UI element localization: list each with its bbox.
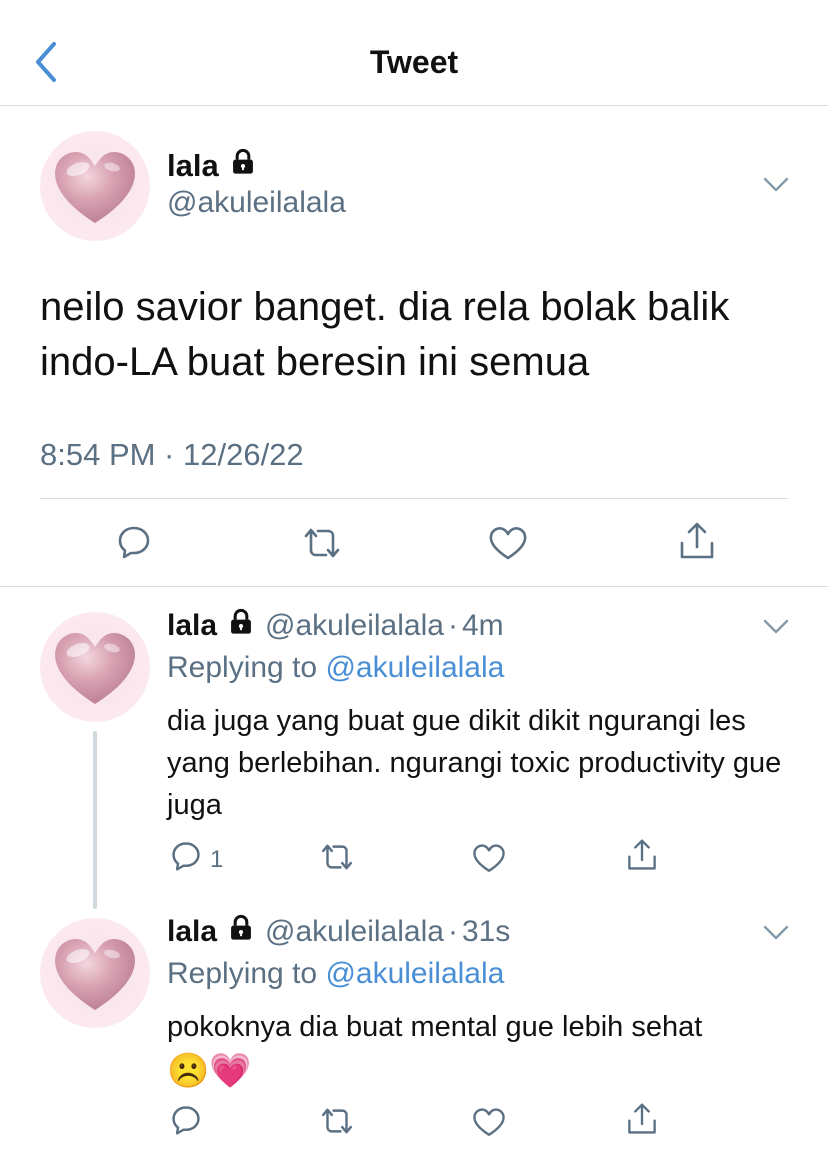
comment-icon [116,524,152,567]
reply-header: lala @akuleilalala · 4m [167,608,504,644]
share-button[interactable] [626,1102,658,1143]
chevron-down-icon[interactable] [763,619,789,635]
lock-icon [229,148,257,184]
like-button[interactable] [472,1106,506,1145]
comment-icon [170,840,202,879]
author-name-text: lala [167,148,219,183]
comment-icon [170,1104,202,1143]
retweet-icon [318,842,356,879]
avatar[interactable] [40,612,150,722]
share-icon [626,838,658,879]
tweet-timestamp[interactable]: 8:54 PM · 12/26/22 [40,437,304,473]
reply-handle[interactable]: @akuleilalala [265,915,444,949]
share-icon [678,521,716,568]
reply-button[interactable] [170,1104,210,1143]
heart-icon [488,525,528,568]
author-handle[interactable]: @akuleilalala [167,186,346,220]
retweet-button[interactable] [318,1106,356,1143]
retweet-icon [300,526,344,567]
reply-text-line: pokoknya dia buat mental gue lebih sehat [167,1011,703,1043]
reply-header: lala @akuleilalala · 31s [167,914,510,950]
thread-line [93,731,97,909]
replying-to: Replying to @akuleilalala [167,651,504,685]
reply-button[interactable]: 1 [170,840,223,879]
separator-dot: · [447,609,458,642]
avatar[interactable] [40,918,150,1028]
reply-text: pokoknya dia buat mental gue lebih sehat… [167,1006,797,1094]
reply-author-name[interactable]: lala [167,915,217,949]
reply-text: dia juga yang buat gue dikit dikit ngura… [167,705,782,821]
share-icon [626,1102,658,1143]
retweet-icon [318,1106,356,1143]
divider [0,586,828,587]
reply-button[interactable] [116,524,152,567]
replying-label: Replying to [167,651,318,684]
like-button[interactable] [488,525,528,568]
reply-handle[interactable]: @akuleilalala [265,609,444,643]
author-name[interactable]: lala [167,148,257,184]
top-bar: Tweet [0,0,828,106]
emoji-sequence: ☹️💗 [167,1052,252,1090]
reply-count: 1 [210,845,224,873]
separator-dot: · [447,915,458,948]
replying-label: Replying to [167,957,318,990]
retweet-button[interactable] [318,842,356,879]
heart-icon [472,1106,506,1145]
divider [40,498,788,499]
chevron-down-icon[interactable] [763,177,789,193]
page-title: Tweet [369,44,459,80]
share-button[interactable] [626,838,658,879]
chevron-down-icon[interactable] [763,925,789,941]
replying-mention[interactable]: @akuleilalala [325,651,504,684]
reply-time[interactable]: 31s [462,915,510,949]
retweet-button[interactable] [300,526,344,567]
reply-time[interactable]: 4m [462,609,504,643]
like-button[interactable] [472,842,506,881]
replying-mention[interactable]: @akuleilalala [325,957,504,990]
reply-author-name[interactable]: lala [167,609,217,643]
lock-icon [227,608,255,644]
heart-icon [472,842,506,881]
lock-icon [227,914,255,950]
tweet-text: neilo savior banget. dia rela bolak bali… [40,285,730,384]
share-button[interactable] [678,521,716,568]
avatar[interactable] [40,131,150,241]
replying-to: Replying to @akuleilalala [167,957,504,991]
